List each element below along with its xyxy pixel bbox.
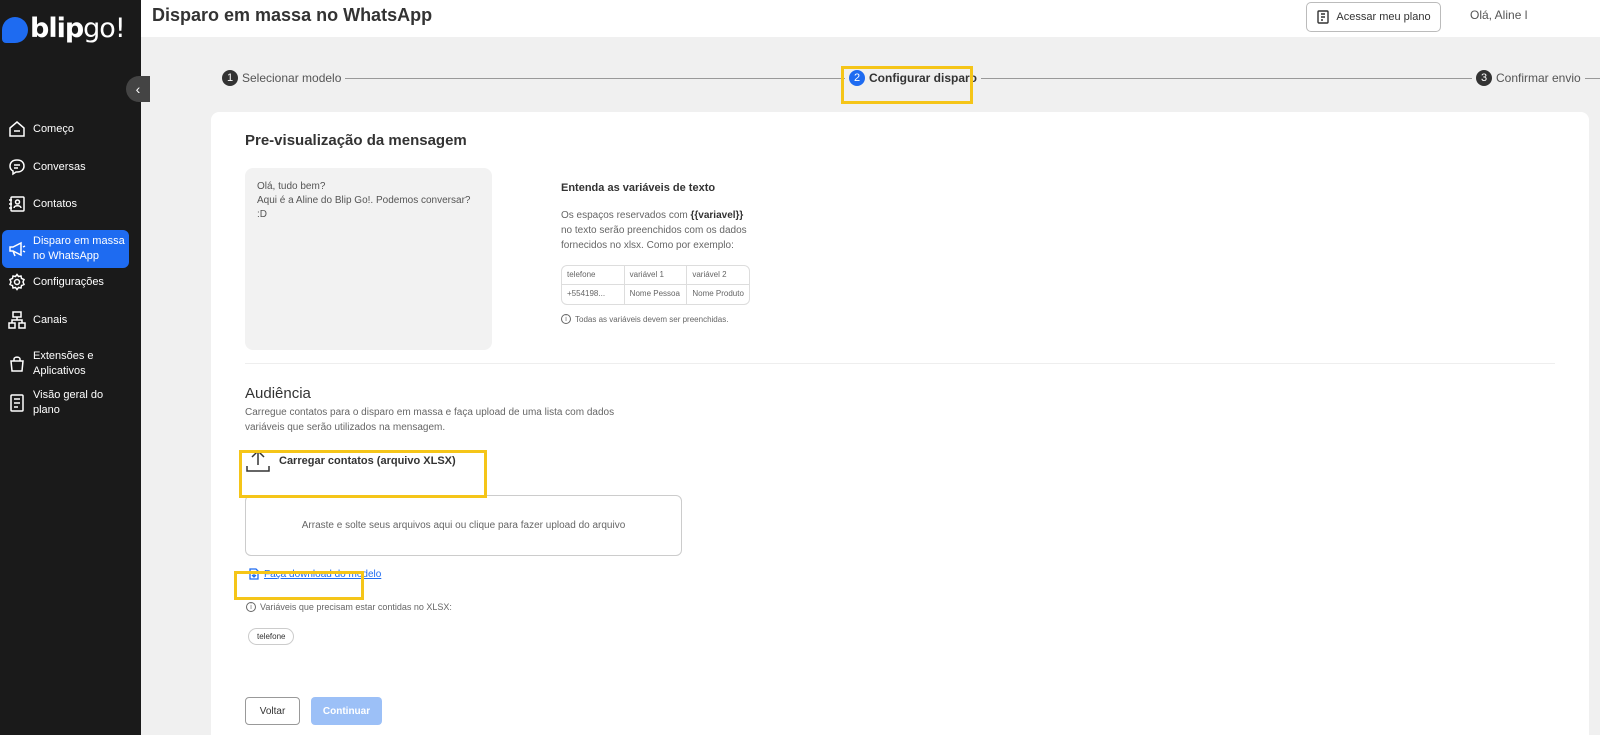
preview-line: Aqui é a Aline do Blip Go!. Podemos conv…: [257, 195, 471, 220]
sidebar-item-label: Começo: [33, 122, 74, 135]
variables-example-table: telefone variável 1 variável 2 +554198..…: [561, 265, 750, 305]
download-template-link[interactable]: Faça download do modelo: [248, 568, 381, 580]
audience-title: Audiência: [245, 385, 311, 402]
upload-icon: [246, 449, 270, 472]
variable-chip-telefone: telefone: [248, 628, 295, 645]
blip-go-logo[interactable]: blipgo!: [2, 8, 126, 48]
variables-description: Os espaços reservados com {{variavel}} n…: [561, 210, 747, 251]
sidebar-item-label: Canais: [33, 313, 68, 326]
sidebar-item-label: Disparo em massa no WhatsApp: [33, 235, 125, 262]
step-configure-dispatch[interactable]: 2 Configurar disparo: [845, 70, 982, 86]
bag-icon: [8, 355, 26, 373]
variables-note: i Todas as variáveis devem ser preenchid…: [561, 314, 761, 324]
table-header-row: telefone variável 1 variável 2: [562, 266, 749, 285]
section-divider: [245, 363, 1555, 364]
audience-description: Carregue contatos para o disparo em mass…: [245, 407, 615, 433]
chat-icon: [8, 158, 26, 176]
gear-icon: [8, 273, 26, 291]
step-label: Configurar disparo: [869, 71, 978, 85]
step-select-template[interactable]: 1 Selecionar modelo: [218, 70, 346, 86]
megaphone-icon: [8, 240, 26, 258]
table-cell: +554198...: [562, 285, 625, 304]
page-title: Disparo em massa no WhatsApp: [152, 5, 433, 25]
table-cell: telefone: [562, 266, 625, 284]
sidebar-item-comeco[interactable]: Começo: [2, 119, 129, 139]
top-header: Disparo em massa no WhatsApp Acessar meu…: [141, 0, 1600, 37]
info-icon: i: [561, 314, 571, 324]
upload-label: Carregar contatos (arquivo XLSX): [279, 455, 456, 467]
sidebar: blipgo! Começo Conversas Contatos Dispar…: [0, 0, 141, 735]
sidebar-collapse-button[interactable]: ‹: [126, 76, 150, 102]
chevron-left-icon: ‹: [135, 81, 141, 97]
message-preview: Olá, tudo bem? Aqui é a Aline do Blip Go…: [245, 168, 492, 350]
info-icon: i: [246, 602, 256, 612]
main-card: Pre-visualização da mensagem Olá, tudo b…: [211, 112, 1589, 735]
home-icon: [8, 120, 26, 138]
step-label: Selecionar modelo: [242, 71, 342, 85]
table-cell: variável 2: [692, 270, 727, 279]
access-plan-button[interactable]: Acessar meu plano: [1306, 2, 1441, 32]
variables-title: Entenda as variáveis de texto: [561, 182, 716, 194]
progress-stepper: 1 Selecionar modelo 2 Configurar disparo…: [141, 37, 1600, 112]
step-label: Confirmar envio: [1496, 71, 1581, 85]
sidebar-item-conversas[interactable]: Conversas: [2, 157, 129, 177]
back-button[interactable]: Voltar: [245, 697, 300, 725]
file-dropzone[interactable]: Arraste e solte seus arquivos aqui ou cl…: [245, 495, 682, 556]
sidebar-item-disparo[interactable]: Disparo em massa no WhatsApp: [2, 230, 129, 268]
sidebar-item-extensoes[interactable]: Extensões e Aplicativos: [2, 347, 129, 381]
sidebar-item-visao-geral[interactable]: Visão geral do plano: [2, 386, 129, 420]
continue-button[interactable]: Continuar: [311, 697, 382, 725]
table-row: +554198... Nome Pessoa Nome Produto: [562, 285, 749, 304]
step-number: 1: [222, 70, 238, 86]
step-confirm-send[interactable]: 3 Confirmar envio: [1472, 70, 1585, 86]
sidebar-item-label: Contatos: [33, 197, 78, 210]
step-number: 2: [849, 70, 865, 86]
logo-text: blipgo!: [30, 12, 126, 44]
step-number: 3: [1476, 70, 1492, 86]
plan-icon: [1317, 10, 1330, 24]
sidebar-item-contatos[interactable]: Contatos: [2, 194, 129, 214]
table-cell: variável 1: [625, 266, 688, 284]
download-link-label: Faça download do modelo: [264, 568, 382, 580]
channels-icon: [8, 311, 26, 329]
logo-bubble-icon: [2, 17, 28, 43]
sidebar-item-label: Visão geral do plano: [33, 389, 104, 416]
preview-title: Pre-visualização da mensagem: [245, 132, 467, 149]
variables-panel: Entenda as variáveis de texto Os espaços…: [561, 182, 761, 324]
contacts-icon: [8, 195, 26, 213]
sidebar-item-configuracoes[interactable]: Configurações: [2, 272, 129, 292]
sidebar-item-label: Extensões e Aplicativos: [33, 350, 94, 377]
table-cell: Nome Produto: [692, 289, 744, 298]
sidebar-item-label: Configurações: [33, 275, 104, 288]
preview-line: Olá, tudo bem?: [257, 181, 326, 192]
plan-icon: [8, 394, 26, 412]
access-plan-label: Acessar meu plano: [1336, 11, 1431, 23]
upload-contacts-button[interactable]: Carregar contatos (arquivo XLSX): [245, 448, 456, 474]
sidebar-item-canais[interactable]: Canais: [2, 310, 129, 330]
file-download-icon: [249, 568, 259, 580]
user-greeting[interactable]: Olá, Aline l: [1470, 8, 1527, 22]
sidebar-item-label: Conversas: [33, 160, 86, 173]
required-variables-label: i Variáveis que precisam estar contidas …: [246, 602, 452, 612]
table-cell: Nome Pessoa: [625, 285, 688, 304]
